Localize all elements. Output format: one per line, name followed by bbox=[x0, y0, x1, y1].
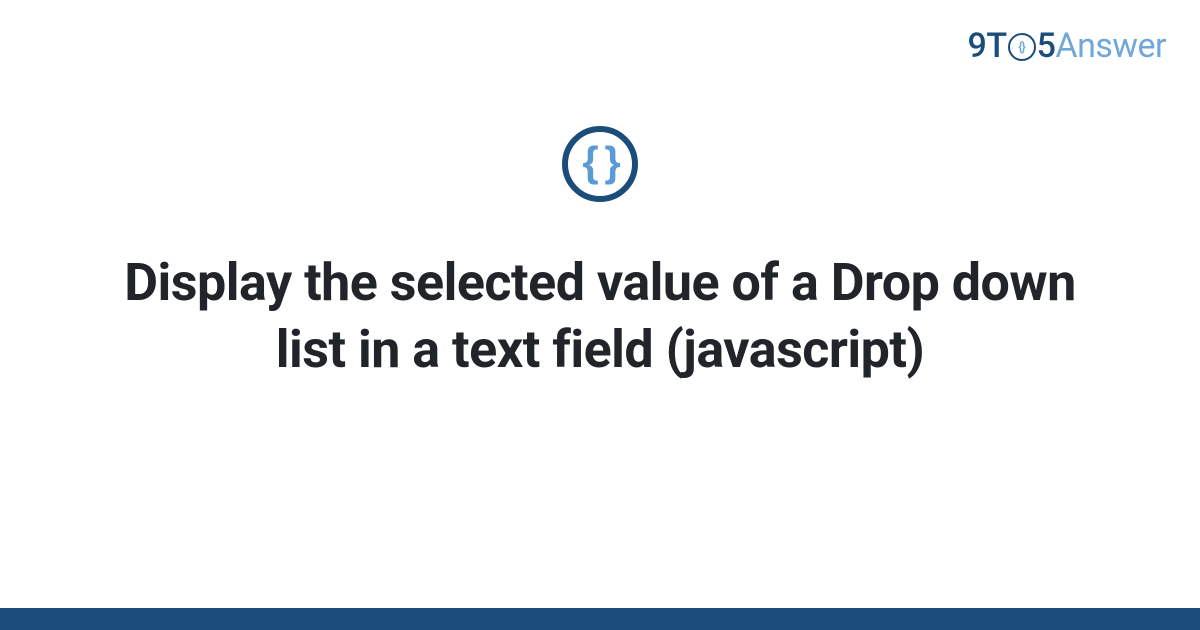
logo-text-5: 5 bbox=[1037, 26, 1056, 66]
logo-circle-wrap: {} bbox=[1008, 32, 1036, 60]
braces-glyph: { } bbox=[582, 141, 617, 183]
logo-circle-inner: {} bbox=[1018, 40, 1025, 55]
logo-circle-icon: {} bbox=[1008, 33, 1036, 61]
footer-bar bbox=[0, 608, 1200, 630]
code-braces-icon: { } bbox=[562, 126, 638, 202]
site-logo: 9T {} 5 Answer bbox=[968, 26, 1166, 66]
main-content: { } Display the selected value of a Drop… bbox=[0, 126, 1200, 383]
logo-text-answer: Answer bbox=[1055, 26, 1166, 66]
page-title: Display the selected value of a Drop dow… bbox=[100, 250, 1100, 383]
logo-text-9t: 9T bbox=[968, 26, 1007, 66]
